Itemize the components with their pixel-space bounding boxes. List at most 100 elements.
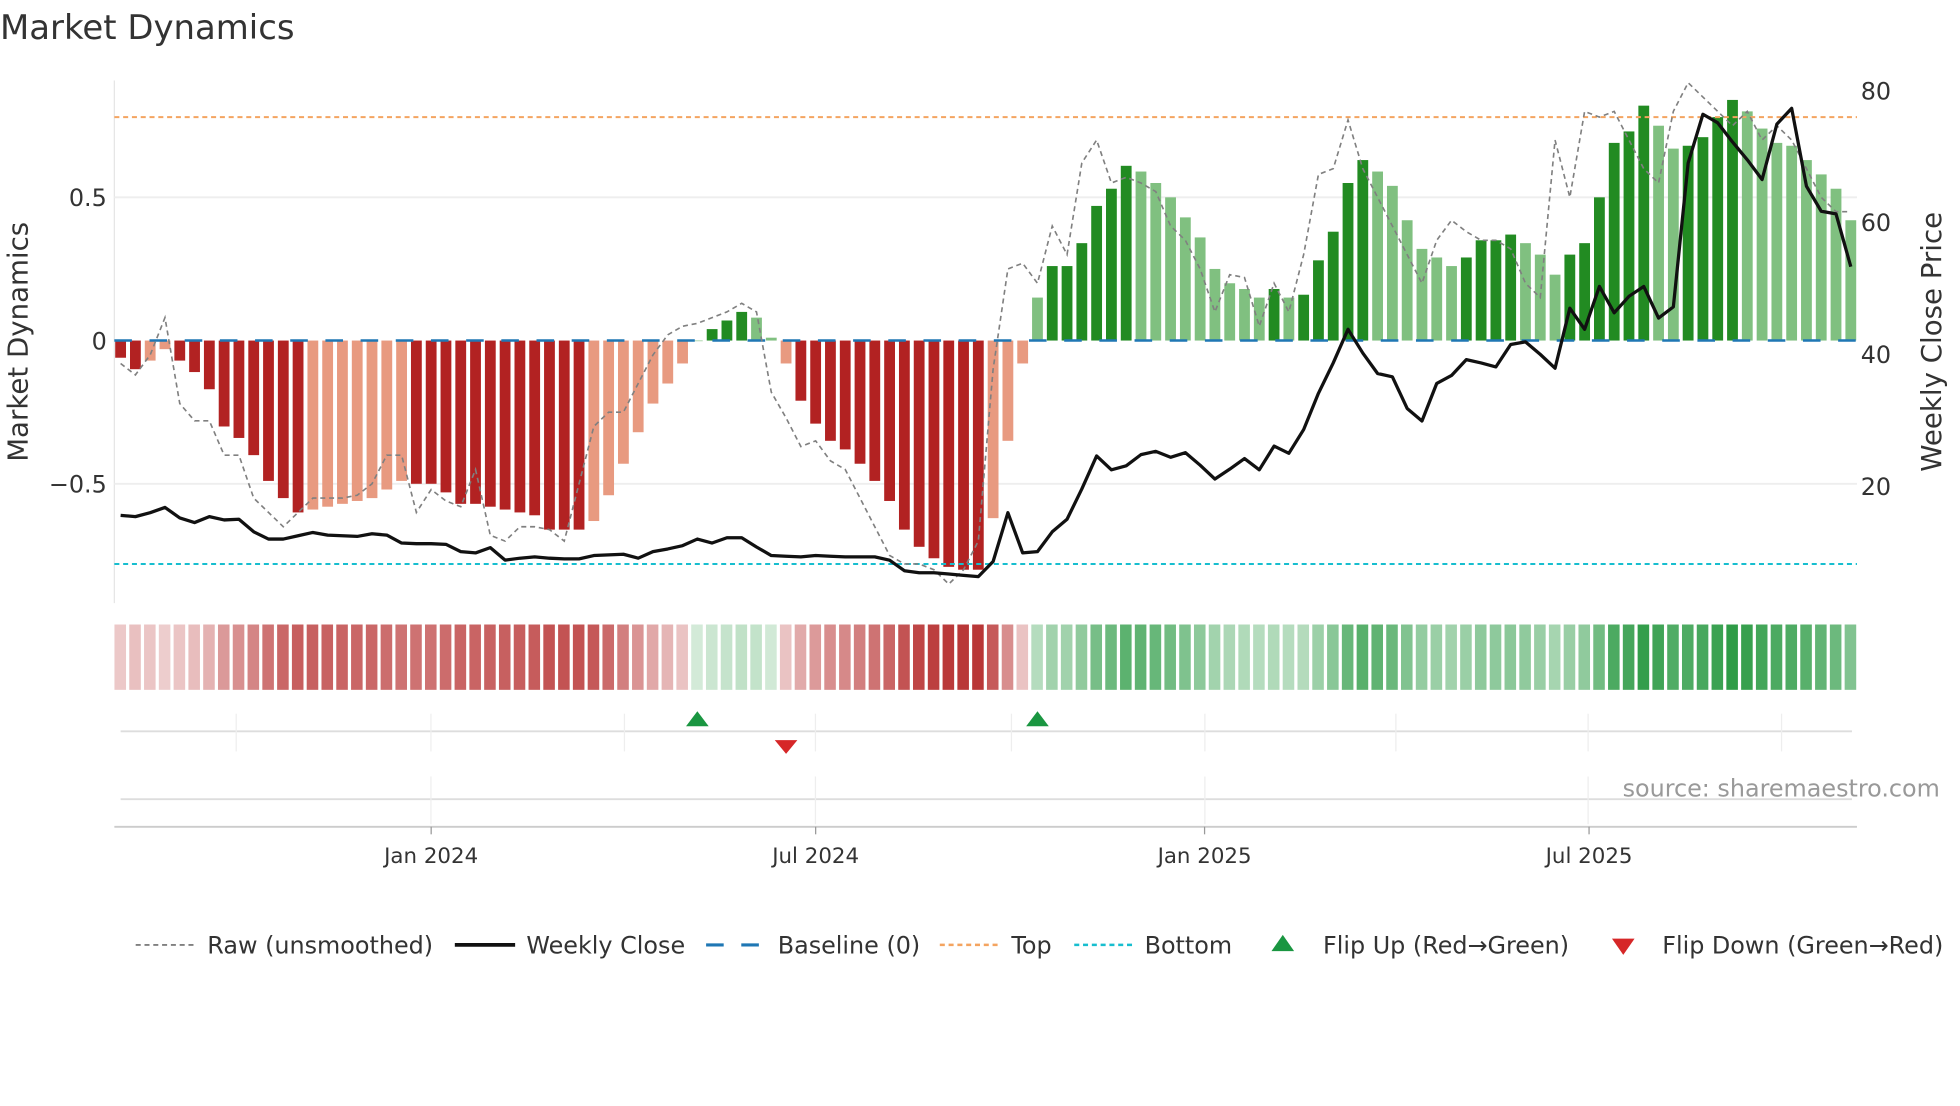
bar bbox=[810, 340, 822, 424]
heat-cell bbox=[1223, 624, 1236, 690]
bar bbox=[1283, 297, 1295, 341]
heat-cell bbox=[1770, 624, 1783, 690]
bar bbox=[854, 340, 866, 464]
heat-cell bbox=[1696, 624, 1709, 690]
heat-cell bbox=[942, 624, 955, 690]
bar bbox=[1845, 220, 1857, 341]
bar bbox=[1061, 266, 1073, 341]
heat-cell bbox=[927, 624, 940, 690]
heat-cell bbox=[898, 624, 910, 690]
heat-cell bbox=[454, 624, 467, 690]
heat-cell bbox=[336, 624, 348, 690]
heat-cell bbox=[528, 624, 541, 690]
heat-cell bbox=[1031, 624, 1043, 690]
bar bbox=[1623, 131, 1635, 341]
y2-tick-label: 80 bbox=[1861, 77, 1891, 105]
bar bbox=[1209, 268, 1221, 341]
heat-cell bbox=[439, 624, 452, 690]
bar bbox=[277, 340, 289, 499]
heat-cell bbox=[173, 624, 186, 690]
heat-cell bbox=[1149, 624, 1162, 690]
heat-cell bbox=[129, 624, 141, 690]
bar bbox=[248, 340, 260, 456]
y2-axis-label: Weekly Close Price bbox=[1915, 212, 1948, 472]
heat-cell bbox=[957, 624, 969, 690]
heat-cell bbox=[114, 624, 127, 690]
heat-cell bbox=[1460, 624, 1472, 690]
heat-cell bbox=[217, 624, 230, 690]
y-tick-label: −0.5 bbox=[49, 471, 107, 499]
chart-title: Market Dynamics bbox=[0, 8, 295, 47]
heat-cell bbox=[1208, 624, 1221, 690]
market-dynamics-chart: Market Dynamics Market Dynamics Weekly C… bbox=[0, 8, 1948, 960]
heat-strip bbox=[114, 624, 1857, 690]
heat-cell bbox=[1253, 624, 1265, 690]
bar bbox=[425, 340, 437, 484]
bar bbox=[884, 340, 895, 501]
bar bbox=[765, 337, 777, 341]
heat-cell bbox=[513, 624, 526, 690]
bar bbox=[1741, 111, 1753, 341]
heat-cell bbox=[277, 624, 289, 690]
heat-cell bbox=[1741, 624, 1753, 690]
heat-cell bbox=[1312, 624, 1324, 690]
heat-cell bbox=[380, 624, 393, 690]
bar bbox=[1135, 171, 1147, 341]
bar bbox=[322, 340, 334, 507]
bar bbox=[233, 340, 245, 438]
bar bbox=[115, 340, 127, 358]
heat-cell bbox=[1238, 624, 1250, 690]
heat-cell bbox=[602, 624, 615, 690]
bar bbox=[1446, 266, 1457, 341]
heat-cell bbox=[498, 624, 511, 690]
heat-cell bbox=[1193, 624, 1206, 690]
bar bbox=[1386, 185, 1398, 341]
heat-cell bbox=[1489, 624, 1502, 690]
heat-cell bbox=[1608, 624, 1620, 690]
bar bbox=[1431, 257, 1443, 341]
heat-cell bbox=[1578, 624, 1591, 690]
bar bbox=[203, 340, 215, 390]
heat-cell bbox=[646, 624, 659, 690]
legend-label: Weekly Close bbox=[526, 932, 685, 960]
legend: Raw (unsmoothed) Weekly Close Baseline (0)… bbox=[135, 932, 1943, 960]
bar bbox=[189, 340, 200, 373]
heat-cell bbox=[1046, 624, 1058, 690]
bar bbox=[1313, 260, 1324, 341]
bar bbox=[1076, 243, 1088, 341]
legend-label: Baseline (0) bbox=[778, 932, 921, 960]
heat-cell bbox=[425, 624, 437, 690]
flip-up-marker bbox=[1026, 711, 1049, 727]
bar bbox=[544, 340, 555, 530]
bar bbox=[1475, 240, 1487, 341]
bar bbox=[721, 320, 733, 341]
heat-cell bbox=[868, 624, 881, 690]
bar bbox=[1091, 205, 1103, 341]
bar bbox=[943, 340, 955, 567]
bar bbox=[292, 340, 304, 513]
bar bbox=[1416, 248, 1428, 341]
heat-cell bbox=[824, 624, 836, 690]
bar bbox=[1372, 171, 1383, 341]
bar bbox=[1106, 188, 1117, 341]
x-tick-label: Jan 2025 bbox=[1156, 844, 1252, 869]
bar bbox=[1150, 182, 1162, 341]
heat-cell bbox=[484, 624, 496, 690]
bar bbox=[1165, 197, 1176, 341]
legend-flip-up-icon bbox=[1271, 934, 1295, 952]
bar bbox=[1298, 294, 1310, 341]
source-label: source: sharemaestro.com bbox=[1623, 775, 1940, 803]
x-tick-label: Jan 2024 bbox=[382, 844, 478, 869]
heat-cell bbox=[1327, 624, 1339, 690]
heat-cell bbox=[705, 624, 718, 690]
bar bbox=[1505, 234, 1517, 341]
heat-cell bbox=[1534, 624, 1546, 690]
bar bbox=[1224, 283, 1236, 341]
heat-cell bbox=[1563, 624, 1576, 690]
y-axis-label: Market Dynamics bbox=[2, 222, 35, 462]
x-tick-label: Jul 2025 bbox=[1544, 844, 1633, 869]
heat-cell bbox=[1829, 624, 1842, 690]
bar bbox=[913, 340, 925, 547]
bar bbox=[1342, 182, 1354, 341]
bar bbox=[898, 340, 910, 530]
